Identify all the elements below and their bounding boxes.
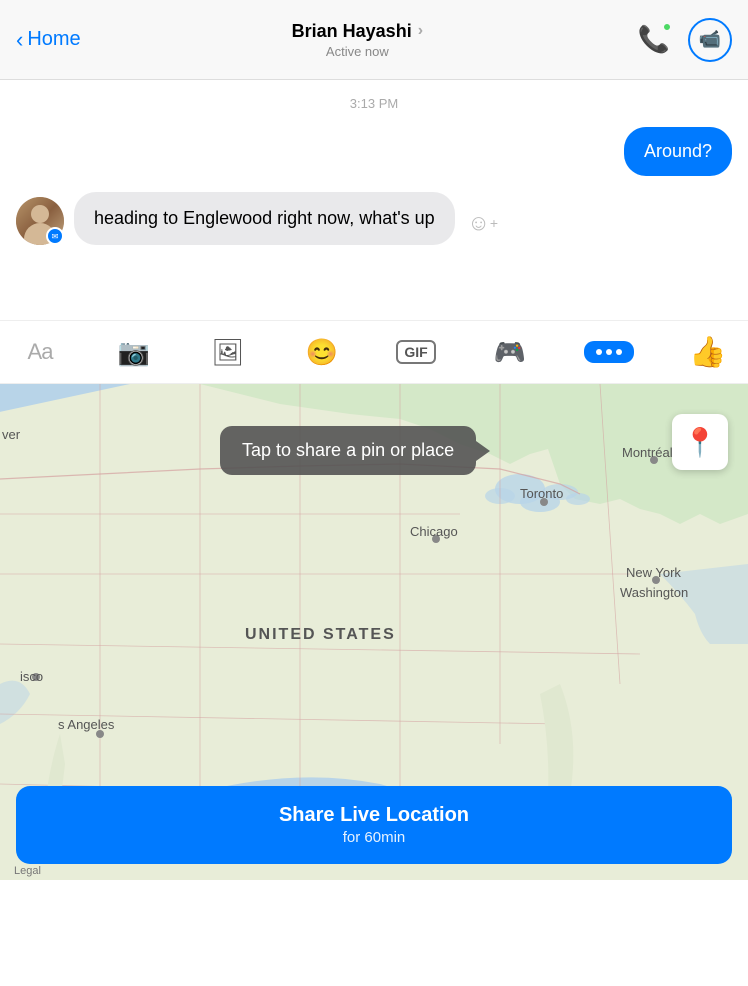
outgoing-bubble: Around?: [624, 127, 732, 176]
map-container[interactable]: UNITED STATES Chicago Toronto Montréal N…: [0, 384, 748, 880]
svg-text:Washington: Washington: [620, 585, 688, 600]
share-location-sub-label: for 60min: [34, 829, 714, 846]
message-toolbar: Aa 📷 🖼 😊 GIF 🎮 👍: [0, 320, 748, 384]
contact-name: Brian Hayashi: [292, 21, 412, 42]
thumbs-up-icon: 👍: [689, 335, 726, 370]
photo-icon: 🖼: [211, 337, 244, 368]
header: ‹ Home Brian Hayashi › Active now 📞 📹: [0, 0, 748, 80]
dot-1: [596, 349, 602, 355]
tooltip-arrow: [476, 441, 490, 461]
svg-text:Chicago: Chicago: [410, 524, 458, 539]
messages-area: 3:13 PM Around? ✉ heading to Englewood r…: [0, 80, 748, 320]
contact-status: Active now: [81, 44, 634, 59]
svg-text:Toronto: Toronto: [520, 486, 563, 501]
svg-text:New York: New York: [626, 565, 681, 580]
keyboard-toggle-button[interactable]: Aa: [20, 332, 60, 372]
share-location-button[interactable]: Share Live Location for 60min: [16, 786, 732, 864]
map-pin-icon: 📍: [683, 426, 718, 459]
emoji-button[interactable]: 😊: [302, 332, 342, 372]
camera-icon: 📷: [118, 337, 150, 368]
back-button[interactable]: ‹ Home: [16, 27, 81, 53]
header-center: Brian Hayashi › Active now: [81, 21, 634, 59]
svg-text:ver: ver: [2, 427, 21, 442]
dot-3: [616, 349, 622, 355]
gif-button[interactable]: GIF: [396, 332, 436, 372]
video-call-button[interactable]: 📹: [688, 18, 732, 62]
aa-label: Aa: [28, 339, 53, 365]
contact-name-row[interactable]: Brian Hayashi ›: [81, 21, 634, 42]
photo-button[interactable]: 🖼: [208, 332, 248, 372]
emoji-reaction-button[interactable]: ☺+: [465, 205, 501, 241]
dot-2: [606, 349, 612, 355]
contact-chevron-icon: ›: [418, 22, 423, 40]
back-label[interactable]: Home: [27, 28, 80, 51]
camera-button[interactable]: 📷: [114, 332, 154, 372]
emoji-icon: 😊: [306, 337, 338, 368]
svg-text:UNITED STATES: UNITED STATES: [245, 626, 396, 643]
avatar-wrap: ✉: [16, 197, 64, 245]
map-tooltip[interactable]: Tap to share a pin or place: [220, 426, 476, 475]
gamepad-button[interactable]: 🎮: [490, 332, 530, 372]
messenger-badge-icon: ✉: [52, 232, 59, 241]
message-timestamp: 3:13 PM: [16, 96, 732, 111]
svg-text:Legal: Legal: [14, 865, 41, 877]
tooltip-text: Tap to share a pin or place: [242, 440, 454, 461]
pin-place-button[interactable]: 📍: [672, 414, 728, 470]
header-actions: 📞 📹: [634, 18, 732, 62]
incoming-bubble: heading to Englewood right now, what's u…: [74, 192, 455, 245]
video-icon: 📹: [699, 29, 721, 50]
gamepad-icon: 🎮: [494, 337, 526, 368]
more-button[interactable]: [584, 341, 634, 363]
svg-text:Montréal: Montréal: [622, 445, 673, 460]
outgoing-message: Around?: [16, 127, 732, 176]
svg-text:s Angeles: s Angeles: [58, 717, 115, 732]
gif-label: GIF: [396, 340, 435, 364]
chevron-left-icon: ‹: [16, 27, 23, 53]
svg-text:isco: isco: [20, 669, 43, 684]
like-button[interactable]: 👍: [688, 332, 728, 372]
online-indicator: [662, 22, 672, 32]
share-location-main-label: Share Live Location: [34, 804, 714, 827]
call-button[interactable]: 📞: [634, 20, 674, 60]
incoming-message: ✉ heading to Englewood right now, what's…: [16, 192, 732, 245]
